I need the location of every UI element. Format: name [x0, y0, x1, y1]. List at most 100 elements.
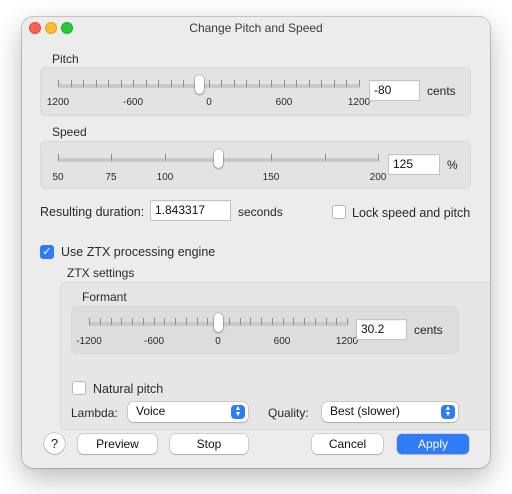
- slider-tick: [325, 318, 327, 325]
- slider-tick: [142, 318, 144, 325]
- slider-tick: [185, 318, 187, 325]
- cancel-button[interactable]: Cancel: [312, 434, 383, 454]
- slider-tick: [153, 318, 155, 325]
- speed-slider-thumb[interactable]: [214, 149, 223, 168]
- lambda-select[interactable]: Voice ▲ ▼: [128, 402, 248, 422]
- slider-tick: [111, 154, 112, 161]
- formant-unit: cents: [414, 323, 443, 337]
- slider-tick: [165, 154, 166, 161]
- speed-scale-label: 100: [156, 172, 174, 183]
- slider-tick: [89, 318, 90, 325]
- stop-button[interactable]: Stop: [170, 434, 248, 454]
- slider-tick: [233, 80, 235, 87]
- slider-tick: [145, 80, 147, 87]
- formant-scale-label: -1200: [76, 336, 102, 347]
- slider-tick: [133, 80, 135, 87]
- slider-tick: [308, 80, 310, 87]
- pitch-slider-thumb[interactable]: [195, 75, 204, 94]
- slider-tick: [314, 318, 316, 325]
- pitch-scale-label: 0: [206, 97, 212, 108]
- slider-tick: [158, 80, 160, 87]
- chevron-up-down-icon: ▲ ▼: [231, 405, 245, 419]
- pitch-scale-label: 1200: [347, 97, 371, 108]
- lambda-label: Lambda:: [71, 406, 118, 420]
- slider-tick: [58, 80, 59, 87]
- duration-unit: seconds: [238, 205, 283, 219]
- use-ztx-label: Use ZTX processing engine: [61, 245, 216, 259]
- slider-tick: [347, 318, 348, 325]
- duration-value-field[interactable]: 1.843317: [150, 200, 231, 221]
- slider-tick: [207, 318, 209, 325]
- slider-tick: [321, 80, 323, 87]
- formant-scale-label: 1200: [335, 336, 359, 347]
- slider-tick: [296, 80, 298, 87]
- speed-scale-label: 75: [105, 172, 117, 183]
- speed-group: 50 75 100 150 200 125 %: [40, 141, 471, 189]
- slider-tick: [99, 318, 101, 325]
- formant-label: Formant: [82, 290, 127, 304]
- window-title: Change Pitch and Speed: [189, 21, 323, 35]
- pitch-scale-label: -600: [122, 97, 144, 108]
- slider-tick: [258, 80, 260, 87]
- slider-tick: [132, 318, 133, 325]
- slider-tick: [83, 80, 85, 87]
- slider-tick: [196, 318, 198, 325]
- ztx-settings-label: ZTX settings: [67, 266, 135, 280]
- dialog-window: Change Pitch and Speed Pitch 1200 -600 0…: [22, 17, 490, 468]
- slider-tick: [283, 80, 285, 87]
- formant-slider-thumb[interactable]: [214, 313, 223, 332]
- slider-tick: [70, 80, 72, 87]
- slider-tick: [261, 318, 262, 325]
- slider-tick: [170, 80, 172, 87]
- speed-unit: %: [447, 158, 458, 172]
- slider-tick: [121, 318, 123, 325]
- slider-tick: [239, 318, 241, 325]
- slider-tick: [95, 80, 97, 87]
- speed-label: Speed: [52, 125, 87, 139]
- slider-tick: [336, 318, 338, 325]
- speed-scale-label: 200: [369, 172, 387, 183]
- formant-scale-label: 600: [273, 336, 291, 347]
- quality-select[interactable]: Best (slower) ▲ ▼: [322, 402, 458, 422]
- slider-tick: [333, 80, 335, 87]
- slider-tick: [108, 80, 110, 87]
- slider-tick: [325, 154, 326, 161]
- quality-selected-value: Best (slower): [330, 404, 401, 418]
- chevron-up-down-icon: ▲ ▼: [441, 405, 455, 419]
- natural-pitch-label: Natural pitch: [93, 382, 164, 396]
- slider-tick: [246, 80, 248, 87]
- formant-group: -1200 -600 0 600 1200 30.2 cents: [71, 306, 459, 354]
- use-ztx-checkbox[interactable]: ✓: [40, 245, 54, 259]
- slider-tick: [221, 80, 223, 87]
- slider-tick: [282, 318, 284, 325]
- slider-tick: [346, 80, 348, 87]
- quality-label: Quality:: [268, 406, 309, 420]
- preview-button[interactable]: Preview: [78, 434, 157, 454]
- natural-pitch-checkbox[interactable]: [72, 381, 86, 395]
- pitch-value-field[interactable]: -80: [369, 80, 420, 101]
- slider-tick: [175, 318, 176, 325]
- speed-value-field[interactable]: 125: [388, 154, 440, 175]
- slider-tick: [164, 318, 166, 325]
- apply-button[interactable]: Apply: [397, 434, 469, 454]
- lambda-selected-value: Voice: [136, 404, 166, 418]
- slider-tick: [271, 318, 273, 325]
- slider-tick: [183, 80, 185, 87]
- formant-scale-label: -600: [143, 336, 165, 347]
- formant-scale-label: 0: [215, 336, 221, 347]
- slider-tick: [208, 80, 210, 87]
- slider-tick: [304, 318, 305, 325]
- slider-tick: [250, 318, 252, 325]
- lock-speed-pitch-label: Lock speed and pitch: [352, 206, 471, 220]
- lock-speed-pitch-checkbox[interactable]: [332, 205, 346, 219]
- slider-tick: [271, 154, 272, 161]
- duration-label: Resulting duration:: [40, 205, 145, 219]
- slider-tick: [359, 80, 360, 87]
- slider-tick: [58, 154, 59, 161]
- slider-tick: [293, 318, 295, 325]
- title-bar: Change Pitch and Speed: [22, 17, 490, 39]
- speed-scale-label: 150: [262, 172, 280, 183]
- slider-tick: [378, 154, 379, 161]
- formant-value-field[interactable]: 30.2: [356, 319, 407, 340]
- help-button[interactable]: ?: [44, 433, 65, 454]
